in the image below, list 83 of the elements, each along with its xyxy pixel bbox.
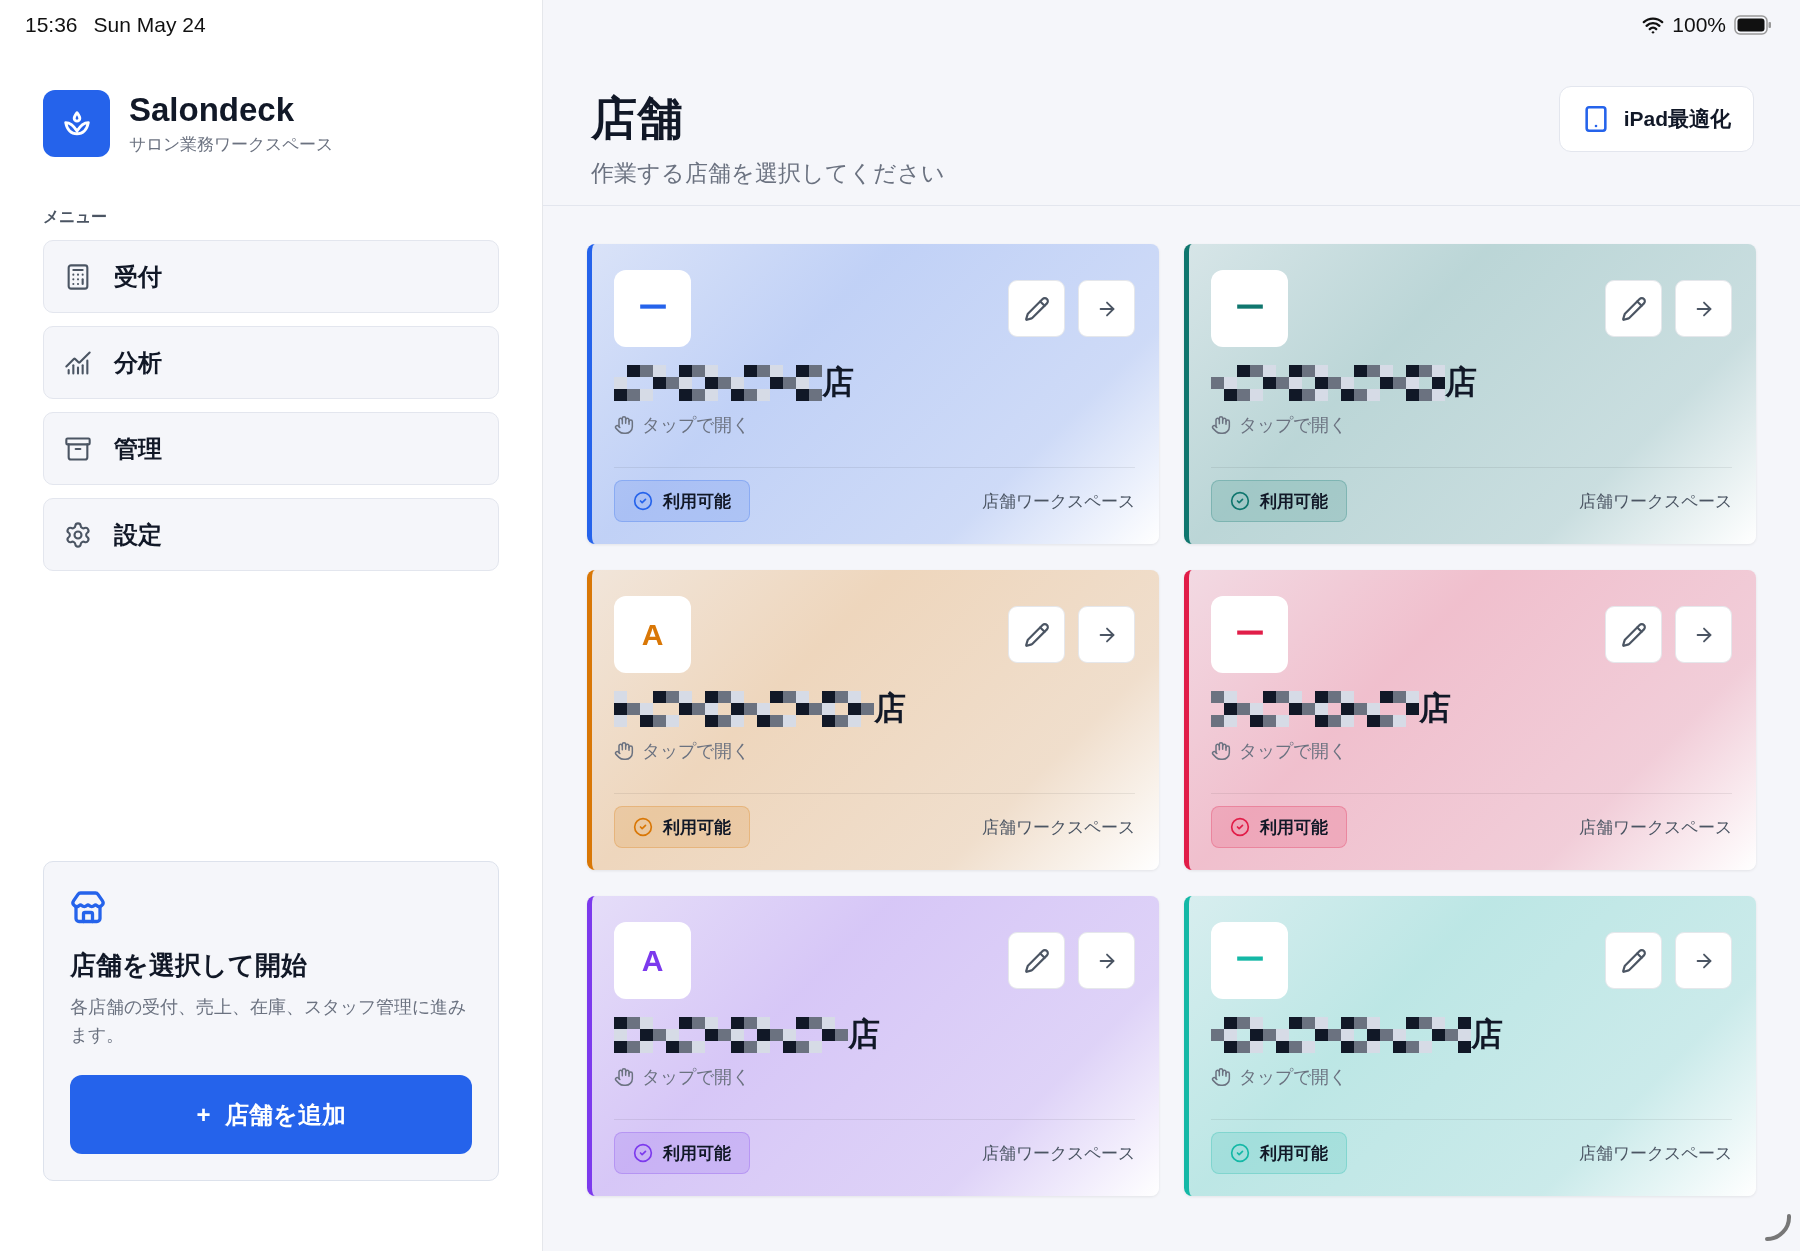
store-name: 店 xyxy=(848,1015,880,1054)
status-badge: 利用可能 xyxy=(614,806,750,848)
promo-title: 店舗を選択して開始 xyxy=(70,949,308,982)
check-circle-icon xyxy=(1230,1143,1250,1163)
loading-icon xyxy=(1762,1213,1792,1243)
tap-hint: タップで開く xyxy=(642,414,750,437)
status-badge: 利用可能 xyxy=(1211,480,1347,522)
menu-item[interactable]: 分析 xyxy=(43,326,499,399)
store-name: 店 xyxy=(874,689,906,728)
edit-button[interactable] xyxy=(1605,606,1662,663)
pencil-icon xyxy=(1620,947,1647,974)
ipad-optimize-button[interactable]: iPad最適化 xyxy=(1558,86,1754,152)
battery-icon xyxy=(1734,15,1772,35)
store-card[interactable]: ー 店 タップで開く 利用可能 店舗ワークスペース xyxy=(1184,244,1756,544)
status-badge: 利用可能 xyxy=(1211,806,1347,848)
pencil-icon xyxy=(1620,621,1647,648)
status-badge: 利用可能 xyxy=(614,480,750,522)
add-store-button[interactable]: + 店舗を追加 xyxy=(70,1075,472,1154)
app-subtitle: サロン業務ワークスペース xyxy=(129,134,333,156)
archive-icon xyxy=(64,434,92,463)
store-name: 店 xyxy=(1445,363,1477,402)
tap-hint: タップで開く xyxy=(1239,1066,1347,1089)
tap-hint: タップで開く xyxy=(1239,740,1347,763)
store-card[interactable]: ー 店 タップで開く 利用可能 店舗ワークスペース xyxy=(1184,570,1756,870)
workspace-label: 店舗ワークスペース xyxy=(982,490,1135,513)
check-circle-icon xyxy=(633,491,653,511)
tap-hand-icon xyxy=(614,1067,634,1087)
store-avatar: A xyxy=(614,596,691,673)
tap-hand-icon xyxy=(1211,415,1231,435)
status-badge: 利用可能 xyxy=(1211,1132,1347,1174)
store-name: 店 xyxy=(822,363,854,402)
tap-hint: タップで開く xyxy=(642,740,750,763)
status-badge: 利用可能 xyxy=(614,1132,750,1174)
store-icon xyxy=(70,890,106,926)
edit-button[interactable] xyxy=(1008,606,1065,663)
store-avatar: A xyxy=(614,922,691,999)
edit-button[interactable] xyxy=(1605,280,1662,337)
check-circle-icon xyxy=(1230,491,1250,511)
edit-button[interactable] xyxy=(1605,932,1662,989)
tap-hand-icon xyxy=(1211,741,1231,761)
store-name: 店 xyxy=(1471,1015,1503,1054)
page-subtitle: 作業する店舗を選択してください xyxy=(591,159,945,188)
tap-hand-icon xyxy=(614,415,634,435)
pencil-icon xyxy=(1620,295,1647,322)
menu-item[interactable]: 受付 xyxy=(43,240,499,313)
battery-percent: 100% xyxy=(1672,13,1726,37)
promo-description: 各店舗の受付、売上、在庫、スタッフ管理に進みます。 xyxy=(70,996,467,1047)
store-avatar: ー xyxy=(1211,922,1288,999)
store-card[interactable]: A 店 タップで開く 利用可能 店舗ワークスペース xyxy=(587,896,1159,1196)
check-circle-icon xyxy=(1230,817,1250,837)
check-circle-icon xyxy=(633,817,653,837)
edit-button[interactable] xyxy=(1008,280,1065,337)
wifi-icon xyxy=(1642,14,1665,36)
workspace-label: 店舗ワークスペース xyxy=(1579,490,1732,513)
page-title: 店舗 xyxy=(591,91,684,146)
store-card[interactable]: ー 店 タップで開く 利用可能 店舗ワークスペース xyxy=(587,244,1159,544)
check-circle-icon xyxy=(633,1143,653,1163)
app-name: Salondeck xyxy=(129,91,296,129)
edit-button[interactable] xyxy=(1008,932,1065,989)
tap-hint: タップで開く xyxy=(1239,414,1347,437)
status-date: Sun May 24 xyxy=(93,13,206,37)
pencil-icon xyxy=(1023,295,1050,322)
app-logo xyxy=(43,90,110,157)
store-avatar: ー xyxy=(1211,270,1288,347)
status-time: 15:36 xyxy=(25,13,78,37)
workspace-label: 店舗ワークスペース xyxy=(982,816,1135,839)
menu-item[interactable]: 設定 xyxy=(43,498,499,571)
store-card[interactable]: ー 店 タップで開く 利用可能 店舗ワークスペース xyxy=(1184,896,1756,1196)
pencil-icon xyxy=(1023,621,1050,648)
store-card[interactable]: A 店 タップで開く 利用可能 店舗ワークスペース xyxy=(587,570,1159,870)
workspace-label: 店舗ワークスペース xyxy=(982,1142,1135,1165)
workspace-label: 店舗ワークスペース xyxy=(1579,1142,1732,1165)
tap-hand-icon xyxy=(1211,1067,1231,1087)
settings-icon xyxy=(64,520,92,549)
pencil-icon xyxy=(1023,947,1050,974)
tap-hand-icon xyxy=(614,741,634,761)
store-avatar: ー xyxy=(1211,596,1288,673)
workspace-label: 店舗ワークスペース xyxy=(1579,816,1732,839)
store-name: 店 xyxy=(1419,689,1451,728)
tap-hint: タップで開く xyxy=(642,1066,750,1089)
store-avatar: ー xyxy=(614,270,691,347)
menu-heading: メニュー xyxy=(43,207,108,227)
menu-item[interactable]: 管理 xyxy=(43,412,499,485)
